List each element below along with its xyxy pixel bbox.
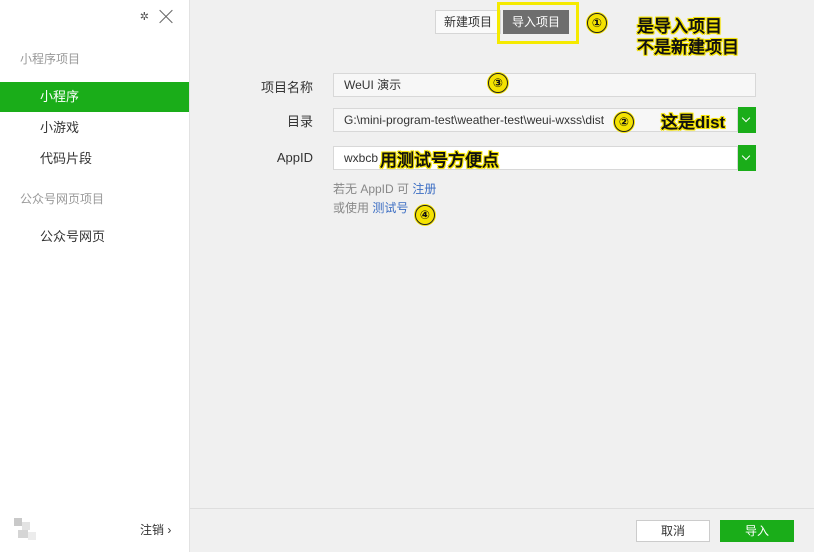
import-button[interactable]: 导入 (720, 520, 794, 542)
tab-new-project[interactable]: 新建项目 (435, 10, 501, 34)
gear-icon[interactable]: ✲ (140, 9, 149, 25)
sidebar-group-title-webpage: 公众号网页项目 (20, 192, 105, 206)
annotation-note-import-line2: 不是新建项目 (637, 38, 739, 57)
sidebar: ✲ 小程序项目 小程序 小游戏 代码片段 公众号网页项目 公众号网页 注销 › (0, 0, 190, 552)
annotation-note-import-line1: 是导入项目 (637, 17, 722, 36)
directory-dropdown-button[interactable] (738, 107, 756, 133)
annotation-highlight-box (497, 2, 579, 44)
appid-label: AppID (276, 150, 313, 165)
directory-label: 目录 (286, 114, 313, 129)
test-account-link[interactable]: 测试号 (372, 201, 408, 215)
sidebar-item-miniprogram[interactable]: 小程序 (0, 82, 189, 112)
annotation-note-testid: 用测试号方便点 (380, 151, 499, 170)
sidebar-item-code-snippet[interactable]: 代码片段 (0, 144, 189, 174)
sidebar-group-title-miniprogram: 小程序项目 (20, 52, 81, 66)
avatar (14, 518, 38, 540)
cancel-button[interactable]: 取消 (636, 520, 710, 542)
logout-link[interactable]: 注销 › (140, 521, 171, 538)
annotation-badge-2: ② (614, 112, 634, 132)
sidebar-item-minigame[interactable]: 小游戏 (0, 113, 189, 143)
annotation-note-dist: 这是dist (661, 113, 726, 132)
annotation-badge-1: ① (587, 13, 607, 33)
hint-text: 或使用 (333, 201, 370, 215)
appid-dropdown-button[interactable] (738, 145, 756, 171)
sidebar-item-webpage[interactable]: 公众号网页 (0, 222, 189, 252)
project-name-input[interactable]: WeUI 演示 (333, 73, 756, 97)
appid-hint-register: 若无 AppID 可 注册 (333, 180, 436, 197)
hint-text: 若无 AppID 可 (333, 182, 410, 196)
annotation-note-import: 是导入项目 不是新建项目 (637, 16, 739, 58)
register-link[interactable]: 注册 (412, 182, 436, 196)
close-icon[interactable] (159, 10, 173, 24)
sidebar-top-icons: ✲ (140, 9, 173, 25)
annotation-badge-4: ④ (415, 205, 435, 225)
annotation-badge-3: ③ (488, 73, 508, 93)
project-name-label: 项目名称 (260, 80, 313, 95)
appid-hint-testid: 或使用 测试号 (333, 199, 408, 216)
